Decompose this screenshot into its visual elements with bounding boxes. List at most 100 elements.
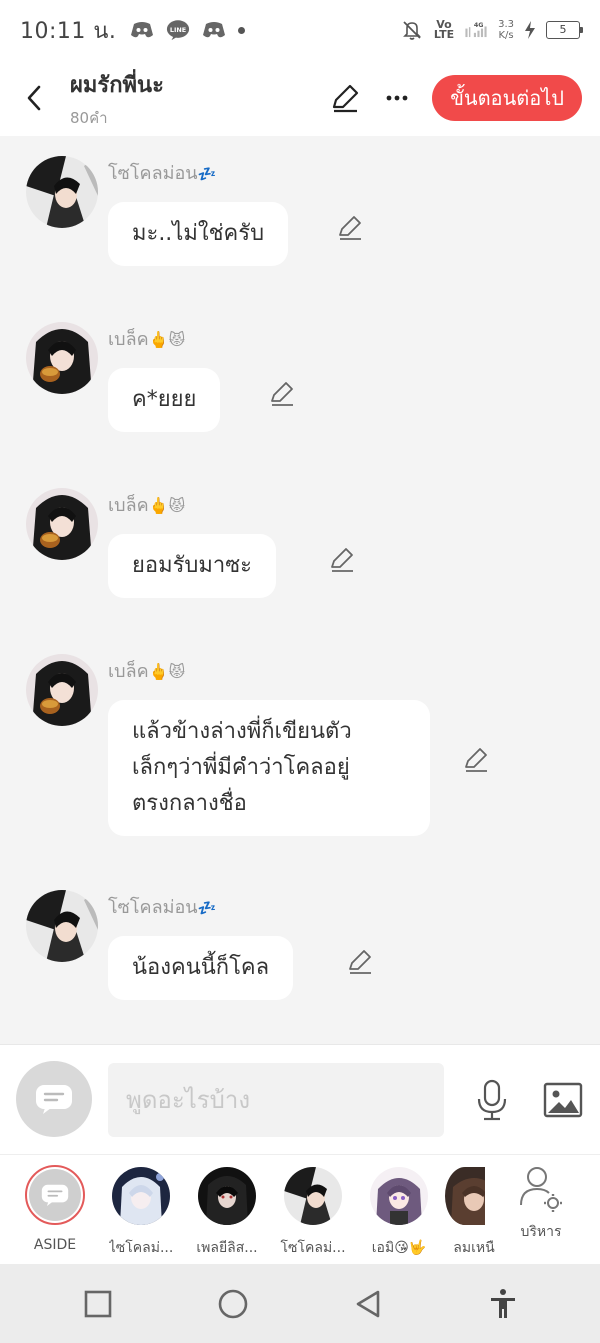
sender-name: โซโคลม่อน💤 [108,163,217,184]
message-composer [0,1044,600,1154]
user-settings-icon [520,1167,562,1212]
character-item[interactable]: เอมิ😘🤟 [356,1165,442,1264]
message-bubble[interactable]: ค*ยยย [108,368,221,432]
pencil-icon [271,382,293,406]
edit-message-button[interactable] [268,380,296,408]
sender-name: เบล็ค🖕😾 [108,495,186,516]
microphone-icon [477,1079,507,1121]
avatar[interactable] [26,654,98,726]
accessibility-icon [490,1288,515,1318]
character-item[interactable]: ลมเหนื [442,1165,506,1264]
header-actions: ขั้นตอนต่อไป [328,75,582,121]
sender-name: เบล็ค🖕😾 [108,661,186,682]
chat-bubble-icon [41,1184,69,1206]
character-label: ลมเหนื [453,1240,495,1256]
avatar [370,1167,428,1225]
network-speed: 3.3 K/s [498,19,514,41]
message-bubble[interactable]: แล้วข้างล่างพี่ก็เขียนตัว เล็กๆว่าพี่มีค… [108,700,430,836]
pencil-icon [333,84,359,113]
character-aside[interactable]: ASIDE [12,1165,98,1264]
volte-indicator: Vo LTE [433,18,455,41]
circle-icon [218,1289,247,1318]
status-notification-icons: LINE [130,20,246,41]
back-nav-button[interactable] [346,1282,390,1326]
message-bubble[interactable]: มะ..ไม่ใช่ครับ [108,202,289,266]
chat-message: เบล็ค🖕😾 ค*ยยย [26,302,586,468]
image-icon [543,1082,583,1118]
avatar[interactable] [26,156,98,228]
message-line: แล้วข้างล่างพี่ก็เขียนตัว [132,719,352,744]
aside-toggle-button[interactable] [16,1061,92,1137]
accessibility-button[interactable] [481,1282,525,1326]
character-label: เอมิ😘🤟 [371,1240,427,1256]
edit-message-button[interactable] [346,948,374,976]
character-label: เพลยีลิส... [196,1240,258,1256]
character-bar: ASIDE ไซโคลม่... เพลยีลิส... โซโคลม่... … [0,1154,600,1264]
chat-message: เบล็ค🖕😾 ยอมรับมาซะ [26,468,586,634]
status-system-icons: Vo LTE 4G 3.3 K/s 5 [400,18,583,41]
system-nav-bar [0,1264,600,1343]
message-input[interactable] [108,1063,444,1137]
story-title: ผมรักพี่นะ [70,72,164,98]
character-item[interactable]: ไซโคลม่... [98,1165,184,1264]
dot-icon [238,26,246,34]
story-header: ผมรักพี่นะ 80คำ ขั้นตอนต่อไป [0,60,600,136]
status-bar: 10:11 น. LINE Vo LTE 4G 3.3 K/s 5 [0,0,600,60]
sender-name: เบล็ค🖕😾 [108,329,186,350]
chat-message: โซโคลม่อน💤 น้องคนนี้ก็โคล [26,870,586,1040]
avatar[interactable] [26,890,98,962]
character-item[interactable]: เพลยีลิส... [184,1165,270,1264]
triangle-back-icon [356,1290,379,1317]
pencil-icon [465,748,487,772]
image-upload-button[interactable] [542,1081,584,1119]
chat-bubble-icon [36,1085,72,1114]
character-label: โซโคลม่... [280,1240,346,1256]
back-arrow-icon [27,85,41,111]
home-button[interactable] [211,1282,255,1326]
edit-message-button[interactable] [462,746,490,774]
more-button[interactable] [380,81,414,115]
pencil-icon [339,216,361,240]
voice-input-button[interactable] [474,1079,510,1121]
character-label: บริหาร [520,1224,562,1240]
battery-icon: 5 [546,21,583,39]
svg-text:LINE: LINE [170,26,186,34]
title-block: ผมรักพี่นะ 80คำ [70,67,164,130]
sender-name: โซโคลม่อน💤 [108,897,217,918]
status-time: 10:11 น. [20,18,117,44]
discord-icon [202,20,226,40]
message-line: เล็กๆว่าพี่มีคำว่าโคลอยู่ [132,755,350,780]
edit-message-button[interactable] [328,546,356,574]
avatar [445,1167,485,1225]
avatar[interactable] [26,322,98,394]
chat-message: โซโคลม่อน💤 มะ..ไม่ใช่ครับ [26,136,586,302]
charging-icon [524,20,536,40]
message-bubble[interactable]: ยอมรับมาซะ [108,534,276,598]
message-line: ตรงกลางชื่อ [132,791,247,816]
back-button[interactable] [18,78,50,118]
chat-message: เบล็ค🖕😾 แล้วข้างล่างพี่ก็เขียนตัว เล็กๆว… [26,634,586,870]
line-icon: LINE [166,20,190,41]
recent-apps-button[interactable] [76,1282,120,1326]
edit-title-button[interactable] [328,81,362,115]
next-step-button[interactable]: ขั้นตอนต่อไป [432,75,582,121]
pencil-icon [331,548,353,572]
character-label: ASIDE [33,1237,77,1253]
avatar [112,1167,170,1225]
manage-characters-button[interactable]: บริหาร [506,1165,576,1264]
message-bubble[interactable]: น้องคนนี้ก็โคล [108,936,294,1000]
square-icon [84,1290,111,1317]
edit-message-button[interactable] [336,214,364,242]
aside-avatar [25,1165,85,1225]
character-label: ไซโคลม่... [108,1240,174,1256]
signal-icon: 4G [464,20,488,40]
svg-text:4G: 4G [474,22,484,29]
pencil-icon [349,950,371,974]
avatar[interactable] [26,488,98,560]
chat-list[interactable]: โซโคลม่อน💤 มะ..ไม่ใช่ครับ เบล็ค🖕😾 ค*ยยย … [0,136,600,1044]
mute-icon [400,20,424,40]
more-icon [386,95,408,101]
character-item[interactable]: โซโคลม่... [270,1165,356,1264]
avatar [284,1167,342,1225]
avatar [198,1167,256,1225]
